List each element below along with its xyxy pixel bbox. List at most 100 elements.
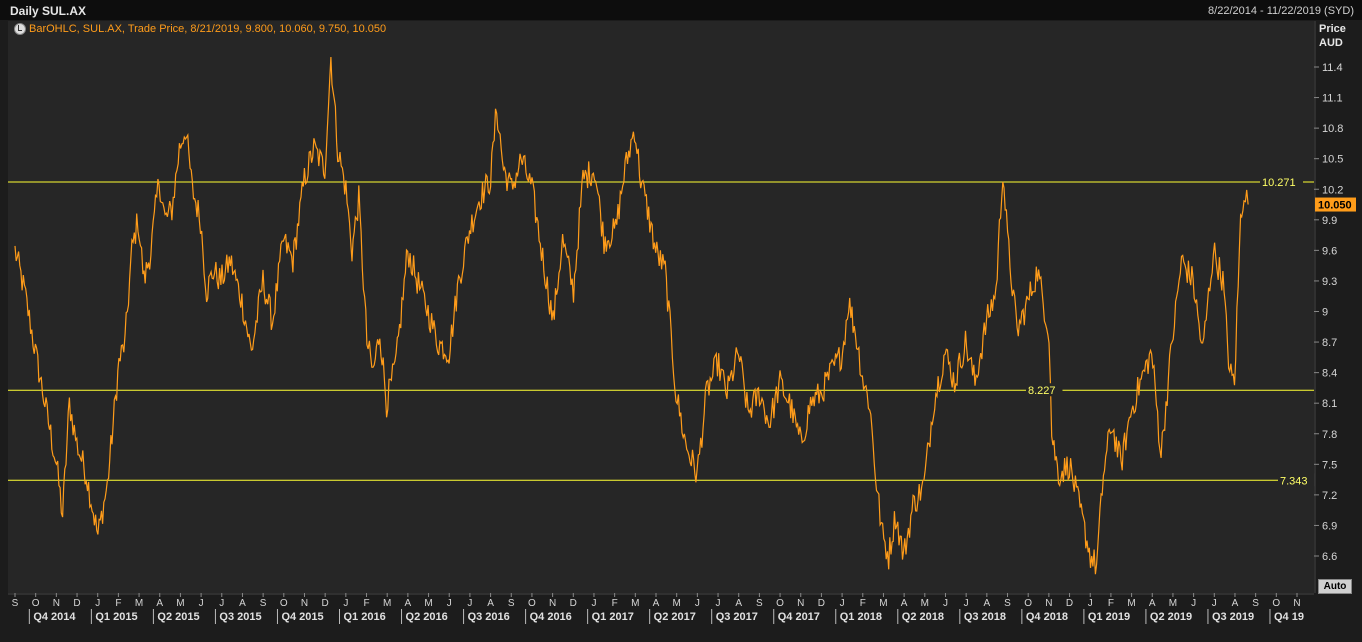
y-tick-label: 7.8 (1322, 429, 1337, 441)
x-month-label: M (673, 598, 681, 609)
y-tick-label: 7.5 (1322, 459, 1337, 471)
x-month-label: J (467, 598, 472, 609)
chart-window: Daily SUL.AX 8/22/2014 - 11/22/2019 (SYD… (0, 0, 1362, 642)
y-tick-label: 8.1 (1322, 398, 1337, 410)
x-quarter-label: Q3 2019 (1212, 611, 1254, 623)
x-month-label: O (32, 598, 40, 609)
hline-label: 7.343 (1280, 475, 1308, 487)
x-month-label: M (176, 598, 184, 609)
x-month-label: S (1004, 598, 1011, 609)
x-month-label: D (818, 598, 825, 609)
x-month-label: A (984, 598, 991, 609)
x-month-label: M (921, 598, 929, 609)
y-tick-label: 9.9 (1322, 215, 1337, 227)
x-month-label: F (612, 598, 618, 609)
x-month-label: J (95, 598, 100, 609)
x-month-label: S (756, 598, 763, 609)
x-month-label: J (219, 598, 224, 609)
x-month-label: O (528, 598, 536, 609)
x-quarter-label: Q4 2018 (1026, 611, 1068, 623)
y-tick-label: 9.3 (1322, 276, 1337, 288)
y-tick-label: 8.4 (1322, 368, 1337, 380)
x-month-label: M (424, 598, 432, 609)
x-quarter-label: Q1 2016 (344, 611, 386, 623)
x-month-label: F (860, 598, 866, 609)
y-tick-label: 6.9 (1322, 520, 1337, 532)
x-month-label: N (1293, 598, 1300, 609)
x-quarter-label: Q2 2016 (406, 611, 448, 623)
y-tick-label: 8.7 (1322, 337, 1337, 349)
x-month-label: J (591, 598, 596, 609)
x-month-label: A (1149, 598, 1156, 609)
x-month-label: M (879, 598, 887, 609)
x-quarter-label: Q3 2018 (964, 611, 1006, 623)
x-month-label: J (199, 598, 204, 609)
x-month-label: O (1272, 598, 1280, 609)
y-tick-label: 11.4 (1322, 62, 1343, 74)
last-price-label: 10.050 (1318, 200, 1352, 212)
x-month-label: A (735, 598, 742, 609)
x-month-label: J (1088, 598, 1093, 609)
y-tick-label: 9.6 (1322, 245, 1337, 257)
x-quarter-label: Q4 2016 (530, 611, 572, 623)
x-month-label: N (1045, 598, 1052, 609)
x-quarter-label: Q2 2015 (157, 611, 199, 623)
y-tick-label: 10.8 (1322, 123, 1343, 135)
x-month-label: D (73, 598, 80, 609)
x-quarter-label: Q1 2018 (840, 611, 882, 623)
x-month-label: M (631, 598, 639, 609)
x-month-label: A (487, 598, 494, 609)
x-quarter-label: Q1 2015 (95, 611, 137, 623)
x-month-label: F (363, 598, 369, 609)
y-tick-label: 9 (1322, 307, 1328, 319)
x-month-label: M (135, 598, 143, 609)
x-month-label: A (653, 598, 660, 609)
x-month-label: N (53, 598, 60, 609)
x-quarter-label: Q3 2017 (716, 611, 758, 623)
x-quarter-label: Q1 2017 (592, 611, 634, 623)
y-tick-label: 10.2 (1322, 184, 1343, 196)
x-month-label: M (383, 598, 391, 609)
x-month-label: J (447, 598, 452, 609)
x-month-label: A (239, 598, 246, 609)
y-tick-label: 6.6 (1322, 551, 1337, 563)
x-month-label: O (776, 598, 784, 609)
x-month-label: J (1212, 598, 1217, 609)
x-quarter-label: Q4 2014 (33, 611, 76, 623)
x-month-label: J (840, 598, 845, 609)
x-month-label: A (156, 598, 163, 609)
hline-label: 10.271 (1262, 177, 1296, 189)
x-month-label: N (549, 598, 556, 609)
x-month-label: M (1169, 598, 1177, 609)
x-month-label: N (301, 598, 308, 609)
x-month-label: O (280, 598, 288, 609)
x-quarter-label: Q2 2017 (654, 611, 696, 623)
x-month-label: J (1191, 598, 1196, 609)
x-month-label: J (964, 598, 969, 609)
y-tick-label: 10.5 (1322, 154, 1343, 166)
x-month-label: S (508, 598, 515, 609)
x-month-label: A (901, 598, 908, 609)
auto-scale-button[interactable]: Auto (1318, 579, 1352, 594)
x-month-label: J (695, 598, 700, 609)
x-quarter-label: Q4 2015 (281, 611, 323, 623)
x-quarter-label: Q2 2018 (902, 611, 944, 623)
y-tick-label: 7.2 (1322, 490, 1337, 502)
x-month-label: F (115, 598, 121, 609)
price-line (14, 56, 1249, 575)
x-month-label: J (716, 598, 721, 609)
x-month-label: D (570, 598, 577, 609)
price-chart: 11.4 11.1 10.8 10.5 10.2 9.9 9.6 9.3 9 8.7 8.4 8.1 7… (8, 21, 1356, 624)
x-month-label: N (797, 598, 804, 609)
x-quarter-label: Q3 2016 (468, 611, 510, 623)
x-month-label: S (260, 598, 267, 609)
x-month-label: D (1066, 598, 1073, 609)
x-quarter-label: Q1 2019 (1088, 611, 1130, 623)
x-month-label: A (405, 598, 412, 609)
hline-label: 8.227 (1028, 385, 1056, 397)
x-quarter-label: Q2 2019 (1150, 611, 1192, 623)
x-month-label: S (12, 598, 19, 609)
y-tick-label: 11.1 (1322, 93, 1343, 105)
x-month-label: S (1252, 598, 1259, 609)
x-quarter-label: Q4 2017 (778, 611, 820, 623)
